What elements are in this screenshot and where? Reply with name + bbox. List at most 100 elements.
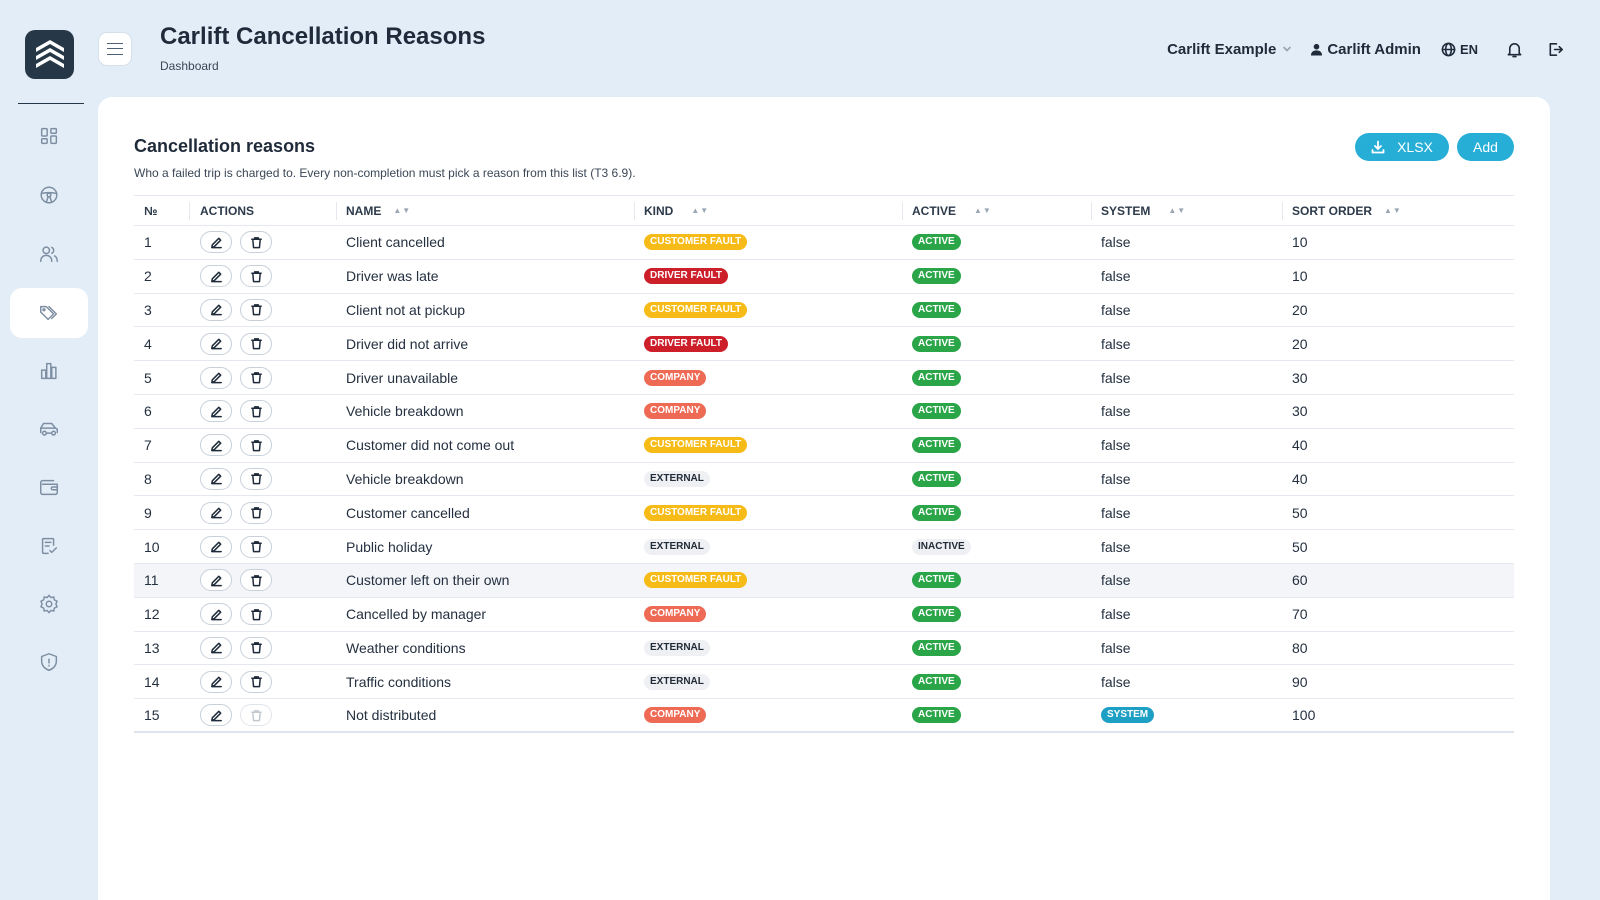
app-logo[interactable]	[25, 30, 74, 79]
column-header-actions: ACTIONS	[200, 203, 254, 218]
pencil-icon	[210, 406, 222, 418]
row-active: ACTIVE	[912, 463, 961, 496]
export-xlsx-button[interactable]: XLSX	[1355, 133, 1449, 161]
user-icon	[1311, 43, 1323, 56]
table-row[interactable]: 2 Driver was late DRIVER FAULT ACTIVE fa…	[134, 260, 1514, 294]
delete-button[interactable]	[240, 603, 272, 626]
active-badge: ACTIVE	[912, 369, 961, 386]
sidebar-item-wallet[interactable]	[10, 462, 88, 512]
edit-button[interactable]	[200, 569, 232, 592]
row-active: ACTIVE	[912, 260, 961, 293]
row-active: ACTIVE	[912, 395, 961, 428]
row-name: Cancelled by manager	[346, 606, 487, 623]
delete-button[interactable]	[240, 366, 272, 389]
trash-icon	[250, 541, 262, 553]
table-row[interactable]: 1 Client cancelled CUSTOMER FAULT ACTIVE…	[134, 226, 1514, 260]
delete-button[interactable]	[240, 400, 272, 423]
delete-button[interactable]	[240, 434, 272, 457]
column-header-kind[interactable]: KIND ▲▼	[644, 196, 709, 225]
table-row[interactable]: 7 Customer did not come out CUSTOMER FAU…	[134, 429, 1514, 463]
breadcrumb[interactable]: Dashboard	[160, 59, 219, 73]
row-active: ACTIVE	[912, 564, 961, 597]
table-row[interactable]: 11 Customer left on their own CUSTOMER F…	[134, 563, 1514, 598]
edit-button[interactable]	[200, 366, 232, 389]
table-row[interactable]: 5 Driver unavailable COMPANY ACTIVE fals…	[134, 361, 1514, 395]
trash-icon	[250, 574, 262, 587]
delete-button[interactable]	[240, 265, 272, 288]
sidebar-item-vehicles[interactable]	[10, 404, 88, 454]
edit-button[interactable]	[200, 231, 232, 254]
sort-icon[interactable]: ▲▼	[1384, 206, 1402, 215]
edit-button[interactable]	[200, 434, 232, 457]
sort-icon[interactable]: ▲▼	[393, 206, 411, 215]
table-row[interactable]: 15 Not distributed COMPANY ACTIVE SYSTEM…	[134, 699, 1514, 733]
table-row[interactable]: 14 Traffic conditions EXTERNAL ACTIVE fa…	[134, 665, 1514, 700]
logout-button[interactable]	[1547, 41, 1564, 58]
sort-icon[interactable]: ▲▼	[691, 206, 709, 215]
cancellation-reasons-table: № ACTIONS NAME ▲▼ KIND ▲▼ ACTIVE ▲▼ SYST…	[134, 195, 1514, 733]
edit-button[interactable]	[200, 298, 232, 321]
delete-button[interactable]	[240, 569, 272, 592]
edit-button[interactable]	[200, 670, 232, 693]
user-menu[interactable]: Carlift Admin	[1310, 41, 1421, 58]
delete-button[interactable]	[240, 670, 272, 693]
table-row[interactable]: 12 Cancelled by manager COMPANY ACTIVE f…	[134, 598, 1514, 632]
sidebar-item-drivers[interactable]	[10, 170, 88, 220]
column-header-name[interactable]: NAME ▲▼	[346, 196, 411, 225]
kind-badge: DRIVER FAULT	[644, 335, 729, 352]
company-selector[interactable]: Carlift Example	[1167, 41, 1292, 58]
table-row[interactable]: 4 Driver did not arrive DRIVER FAULT ACT…	[134, 327, 1514, 362]
table-row[interactable]: 13 Weather conditions EXTERNAL ACTIVE fa…	[134, 632, 1514, 666]
table-row[interactable]: 8 Vehicle breakdown EXTERNAL ACTIVE fals…	[134, 463, 1514, 497]
column-header-sort-order[interactable]: SORT ORDER ▲▼	[1292, 196, 1402, 225]
sidebar-item-security[interactable]	[10, 637, 88, 687]
row-kind: COMPANY	[644, 598, 707, 631]
table-row[interactable]: 6 Vehicle breakdown COMPANY ACTIVE false…	[134, 395, 1514, 429]
menu-toggle-button[interactable]	[98, 32, 132, 66]
sidebar-item-reports[interactable]	[10, 346, 88, 396]
active-badge: ACTIVE	[912, 268, 961, 285]
sidebar-item-dashboard[interactable]	[10, 111, 88, 161]
table-row[interactable]: 10 Public holiday EXTERNAL INACTIVE fals…	[134, 530, 1514, 564]
sidebar-item-audit[interactable]	[10, 521, 88, 571]
column-header-system[interactable]: SYSTEM ▲▼	[1101, 196, 1186, 225]
row-sort-order: 80	[1292, 639, 1308, 656]
edit-button[interactable]	[200, 603, 232, 626]
trash-icon	[250, 237, 262, 249]
table-row[interactable]: 9 Customer cancelled CUSTOMER FAULT ACTI…	[134, 496, 1514, 531]
delete-button[interactable]	[240, 332, 272, 355]
tags-icon	[40, 305, 58, 321]
sidebar-item-cancellation-reasons[interactable]	[10, 288, 88, 338]
table-row[interactable]: 3 Client not at pickup CUSTOMER FAULT AC…	[134, 294, 1514, 328]
dashboard-icon	[40, 127, 58, 145]
edit-button[interactable]	[200, 535, 232, 558]
edit-button[interactable]	[200, 501, 232, 524]
shield-icon	[40, 653, 58, 671]
edit-button[interactable]	[200, 265, 232, 288]
edit-button[interactable]	[200, 636, 232, 659]
language-selector[interactable]: EN	[1441, 42, 1478, 57]
card-description: Who a failed trip is charged to. Every n…	[134, 166, 636, 180]
row-number: 8	[144, 470, 152, 487]
sidebar-item-users[interactable]	[10, 229, 88, 279]
row-actions	[200, 564, 272, 597]
edit-button[interactable]	[200, 467, 232, 490]
sort-icon[interactable]: ▲▼	[1168, 206, 1186, 215]
edit-button[interactable]	[200, 400, 232, 423]
bar-chart-icon	[40, 362, 57, 380]
sort-icon[interactable]: ▲▼	[974, 206, 992, 215]
delete-button[interactable]	[240, 501, 272, 524]
delete-button[interactable]	[240, 535, 272, 558]
edit-button[interactable]	[200, 704, 232, 727]
add-button[interactable]: Add	[1457, 133, 1514, 161]
kind-badge: COMPANY	[644, 403, 707, 420]
car-icon	[40, 422, 58, 436]
sidebar-item-settings[interactable]	[10, 579, 88, 629]
edit-button[interactable]	[200, 332, 232, 355]
delete-button[interactable]	[240, 298, 272, 321]
notifications-button[interactable]	[1506, 41, 1523, 58]
delete-button[interactable]	[240, 636, 272, 659]
column-header-active[interactable]: ACTIVE ▲▼	[912, 196, 992, 225]
delete-button[interactable]	[240, 231, 272, 254]
delete-button[interactable]	[240, 467, 272, 490]
